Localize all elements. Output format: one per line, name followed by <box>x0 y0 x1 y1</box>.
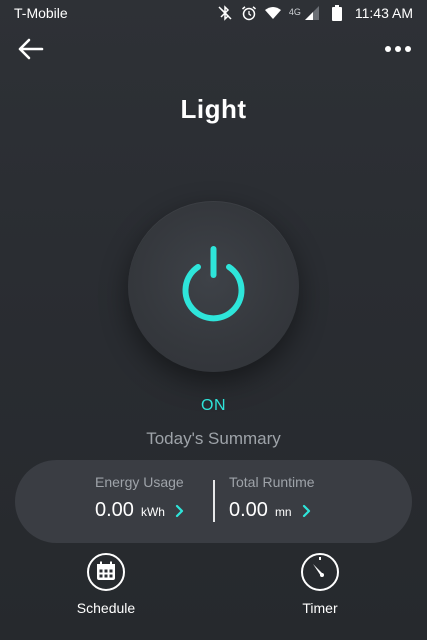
total-runtime-value: 0.00 <box>229 499 268 521</box>
timer-icon <box>301 553 339 591</box>
back-button[interactable] <box>18 38 44 60</box>
chevron-right-icon <box>302 504 311 518</box>
summary-title: Today's Summary <box>146 429 281 448</box>
wifi-icon <box>264 5 281 21</box>
status-time: 11:43 AM <box>354 5 413 21</box>
device-screen: T-Mobile 4G 11:43 AM Light ON Today's Su… <box>0 0 427 640</box>
schedule-label: Schedule <box>76 600 136 616</box>
power-icon <box>182 246 245 322</box>
total-runtime-stat[interactable]: Total Runtime 0.00 mn <box>229 474 359 522</box>
more-button[interactable] <box>385 40 411 58</box>
more-horizontal-icon <box>385 46 391 52</box>
power-state-label: ON <box>201 397 226 414</box>
total-runtime-unit: mn <box>274 505 292 519</box>
schedule-button[interactable]: Schedule <box>51 552 161 616</box>
bluetooth-off-icon <box>217 5 233 21</box>
status-icons: 4G 11:43 AM <box>217 5 413 21</box>
timer-button[interactable]: Timer <box>265 552 375 616</box>
energy-usage-stat[interactable]: Energy Usage 0.00 kWh <box>95 474 205 522</box>
alarm-icon <box>241 5 257 21</box>
total-runtime-label: Total Runtime <box>229 474 315 490</box>
summary-card: Energy Usage 0.00 kWh Total Runtime 0.00… <box>15 460 412 543</box>
page-title: Light <box>180 94 247 124</box>
power-toggle-button[interactable] <box>128 201 299 372</box>
arrow-left-icon <box>18 38 44 60</box>
battery-icon <box>329 5 345 21</box>
energy-usage-unit: kWh <box>140 505 165 519</box>
chevron-right-icon <box>175 504 184 518</box>
status-bar: T-Mobile 4G 11:43 AM <box>0 0 427 26</box>
cell-signal-icon <box>304 5 321 21</box>
timer-label: Timer <box>302 600 338 616</box>
energy-usage-value: 0.00 <box>95 499 134 521</box>
stat-divider <box>213 480 215 522</box>
calendar-icon <box>87 553 125 591</box>
carrier-label: T-Mobile <box>14 5 68 21</box>
network-type-label: 4G <box>288 7 301 17</box>
energy-usage-label: Energy Usage <box>95 474 184 490</box>
